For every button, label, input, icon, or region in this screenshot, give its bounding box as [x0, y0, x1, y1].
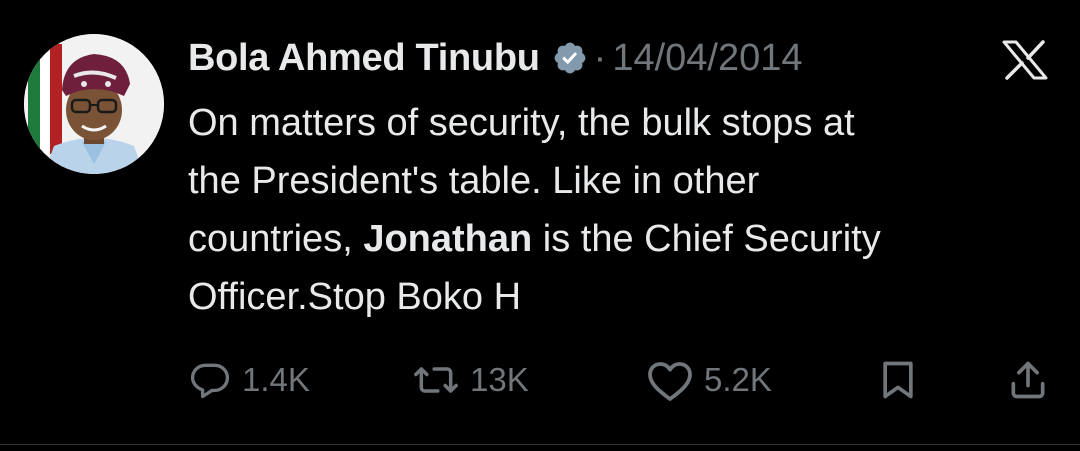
- post-text-line: countries, Jonathan is the Chief Securit…: [188, 210, 1058, 268]
- bookmark-icon: [876, 358, 920, 402]
- speech-bubble-icon: [188, 358, 232, 402]
- post-date[interactable]: 14/04/2014: [612, 37, 802, 80]
- share-button[interactable]: [1006, 352, 1050, 408]
- avatar[interactable]: [24, 34, 164, 174]
- post-text: On matters of security, the bulk stops a…: [188, 94, 1058, 326]
- tweet-header: Bola Ahmed Tinubu · 14/04/2014: [188, 30, 803, 86]
- post-text-line: the President's table. Like in other: [188, 160, 760, 202]
- reply-button[interactable]: 1.4K: [188, 352, 310, 408]
- separator-dot: ·: [593, 36, 607, 79]
- repost-button[interactable]: 13K: [412, 352, 529, 408]
- heart-icon: [646, 358, 694, 402]
- verified-badge-icon: [552, 40, 588, 76]
- post-text-segment: countries,: [188, 218, 364, 260]
- repost-count: 13K: [470, 361, 529, 398]
- action-bar: 1.4K 13K 5.2K: [0, 352, 1080, 408]
- share-upload-icon: [1006, 358, 1050, 402]
- bottom-divider: [0, 444, 1080, 445]
- avatar-portrait: [24, 34, 164, 174]
- post-text-segment: is the Chief Security: [532, 218, 881, 260]
- author-name[interactable]: Bola Ahmed Tinubu: [188, 37, 540, 80]
- like-button[interactable]: 5.2K: [646, 352, 772, 408]
- tweet-card[interactable]: Bola Ahmed Tinubu · 14/04/2014 On matter…: [0, 0, 1080, 451]
- repost-arrows-icon: [412, 358, 460, 402]
- like-count: 5.2K: [704, 361, 772, 398]
- post-text-bold: Jonathan: [363, 218, 533, 260]
- reply-count: 1.4K: [242, 361, 310, 398]
- post-text-line: Officer.Stop Boko H: [188, 276, 522, 318]
- bookmark-button[interactable]: [876, 352, 920, 408]
- x-logo-icon[interactable]: [1002, 40, 1048, 80]
- post-text-line: On matters of security, the bulk stops a…: [188, 102, 855, 144]
